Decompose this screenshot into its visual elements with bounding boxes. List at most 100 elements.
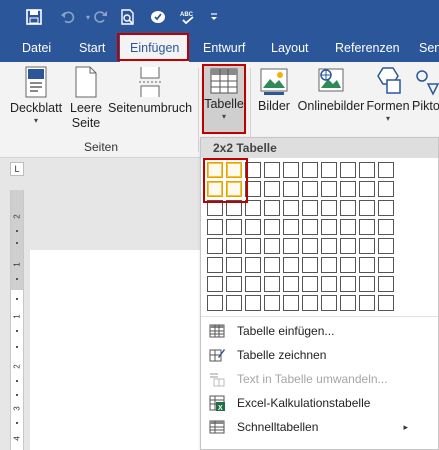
table-grid-cell[interactable] (264, 295, 280, 311)
table-grid-cell[interactable] (207, 181, 223, 197)
table-grid-cell[interactable] (226, 257, 242, 273)
tab-selector[interactable]: L (10, 162, 24, 176)
seitenumbruch-button[interactable]: Seitenumbruch (108, 66, 192, 116)
leere-seite-button[interactable]: Leere Seite (66, 66, 106, 131)
table-grid-cell[interactable] (378, 276, 394, 292)
table-grid-cell[interactable] (226, 181, 242, 197)
table-grid-cell[interactable] (226, 238, 242, 254)
table-grid-cell[interactable] (302, 200, 318, 216)
table-grid-cell[interactable] (207, 219, 223, 235)
tab-entwurf[interactable]: Entwurf (203, 34, 245, 62)
table-grid-cell[interactable] (359, 162, 375, 178)
table-grid-cell[interactable] (283, 295, 299, 311)
table-grid-cell[interactable] (226, 295, 242, 311)
piktogramme-button[interactable]: Pikto (412, 66, 439, 114)
table-grid-cell[interactable] (359, 200, 375, 216)
table-grid-cell[interactable] (321, 276, 337, 292)
table-grid-cell[interactable] (226, 276, 242, 292)
table-grid-cell[interactable] (321, 219, 337, 235)
table-grid-cell[interactable] (245, 181, 261, 197)
table-grid-cell[interactable] (378, 181, 394, 197)
print-preview-icon[interactable] (116, 5, 140, 29)
table-grid-cell[interactable] (359, 276, 375, 292)
table-grid-cell[interactable] (226, 200, 242, 216)
table-grid-cell[interactable] (264, 238, 280, 254)
table-grid-cell[interactable] (264, 162, 280, 178)
table-grid-cell[interactable] (340, 238, 356, 254)
menu-item-excel-kalkulationstabelle[interactable]: X Excel-Kalkulationstabelle (201, 391, 438, 415)
table-grid-cell[interactable] (321, 295, 337, 311)
table-grid-cell[interactable] (283, 257, 299, 273)
table-grid-cell[interactable] (359, 238, 375, 254)
table-grid-cell[interactable] (283, 276, 299, 292)
table-grid-cell[interactable] (245, 276, 261, 292)
table-grid-cell[interactable] (302, 295, 318, 311)
table-grid-cell[interactable] (321, 200, 337, 216)
table-grid-cell[interactable] (207, 257, 223, 273)
tab-start[interactable]: Start (79, 34, 105, 62)
table-grid-cell[interactable] (378, 219, 394, 235)
table-grid-cell[interactable] (264, 276, 280, 292)
table-grid-cell[interactable] (226, 219, 242, 235)
table-grid-cell[interactable] (340, 162, 356, 178)
table-grid-cell[interactable] (302, 181, 318, 197)
table-grid-cell[interactable] (264, 219, 280, 235)
table-grid-cell[interactable] (264, 257, 280, 273)
table-grid-cell[interactable] (340, 200, 356, 216)
table-grid-cell[interactable] (321, 257, 337, 273)
table-grid-cell[interactable] (245, 219, 261, 235)
table-grid-cell[interactable] (359, 219, 375, 235)
table-grid-cell[interactable] (302, 162, 318, 178)
table-grid-cell[interactable] (302, 276, 318, 292)
table-grid-cell[interactable] (207, 276, 223, 292)
table-grid-cell[interactable] (378, 238, 394, 254)
table-grid-cell[interactable] (283, 181, 299, 197)
tab-layout[interactable]: Layout (271, 34, 309, 62)
table-grid-cell[interactable] (340, 276, 356, 292)
save-icon[interactable] (22, 5, 46, 29)
table-grid-cell[interactable] (340, 257, 356, 273)
table-grid-cell[interactable] (378, 162, 394, 178)
tab-referenzen[interactable]: Referenzen (335, 34, 400, 62)
table-grid-cell[interactable] (245, 162, 261, 178)
table-grid-cell[interactable] (245, 295, 261, 311)
onlinebilder-button[interactable]: Onlinebilder (296, 66, 366, 114)
table-grid-cell[interactable] (207, 200, 223, 216)
document-page[interactable] (30, 250, 200, 450)
menu-item-tabelle-einfuegen[interactable]: Tabelle einfügen... (201, 319, 438, 343)
table-grid-cell[interactable] (321, 238, 337, 254)
table-grid-cell[interactable] (321, 181, 337, 197)
table-grid-cell[interactable] (340, 181, 356, 197)
table-grid-cell[interactable] (359, 181, 375, 197)
touch-mode-icon[interactable] (146, 5, 170, 29)
table-grid-cell[interactable] (302, 219, 318, 235)
tabelle-button[interactable]: Tabelle ▾ (204, 65, 244, 133)
table-grid-cell[interactable] (340, 219, 356, 235)
table-grid-cell[interactable] (302, 257, 318, 273)
menu-item-schnelltabellen[interactable]: Schnelltabellen ▸ (201, 415, 438, 439)
tab-datei[interactable]: Datei (22, 34, 51, 62)
table-grid-cell[interactable] (321, 162, 337, 178)
spelling-icon[interactable]: ABC (176, 5, 200, 29)
table-grid-cell[interactable] (226, 162, 242, 178)
table-grid-cell[interactable] (378, 257, 394, 273)
table-grid-cell[interactable] (283, 200, 299, 216)
table-grid-cell[interactable] (359, 257, 375, 273)
menu-item-tabelle-zeichnen[interactable]: Tabelle zeichnen (201, 343, 438, 367)
table-grid-cell[interactable] (207, 162, 223, 178)
redo-icon[interactable] (88, 5, 112, 29)
table-grid-cell[interactable] (264, 200, 280, 216)
formen-button[interactable]: Formen ▾ (366, 66, 410, 124)
tab-sendungen[interactable]: Sen (419, 34, 439, 62)
table-grid-cell[interactable] (245, 257, 261, 273)
table-grid-cell[interactable] (283, 219, 299, 235)
table-grid-cell[interactable] (245, 238, 261, 254)
table-grid-cell[interactable] (378, 295, 394, 311)
table-grid-cell[interactable] (359, 295, 375, 311)
table-grid-cell[interactable] (207, 238, 223, 254)
deckblatt-button[interactable]: Deckblatt ▾ (8, 66, 64, 126)
table-grid-cell[interactable] (207, 295, 223, 311)
table-grid-cell[interactable] (283, 162, 299, 178)
table-grid-cell[interactable] (302, 238, 318, 254)
table-grid-cell[interactable] (378, 200, 394, 216)
